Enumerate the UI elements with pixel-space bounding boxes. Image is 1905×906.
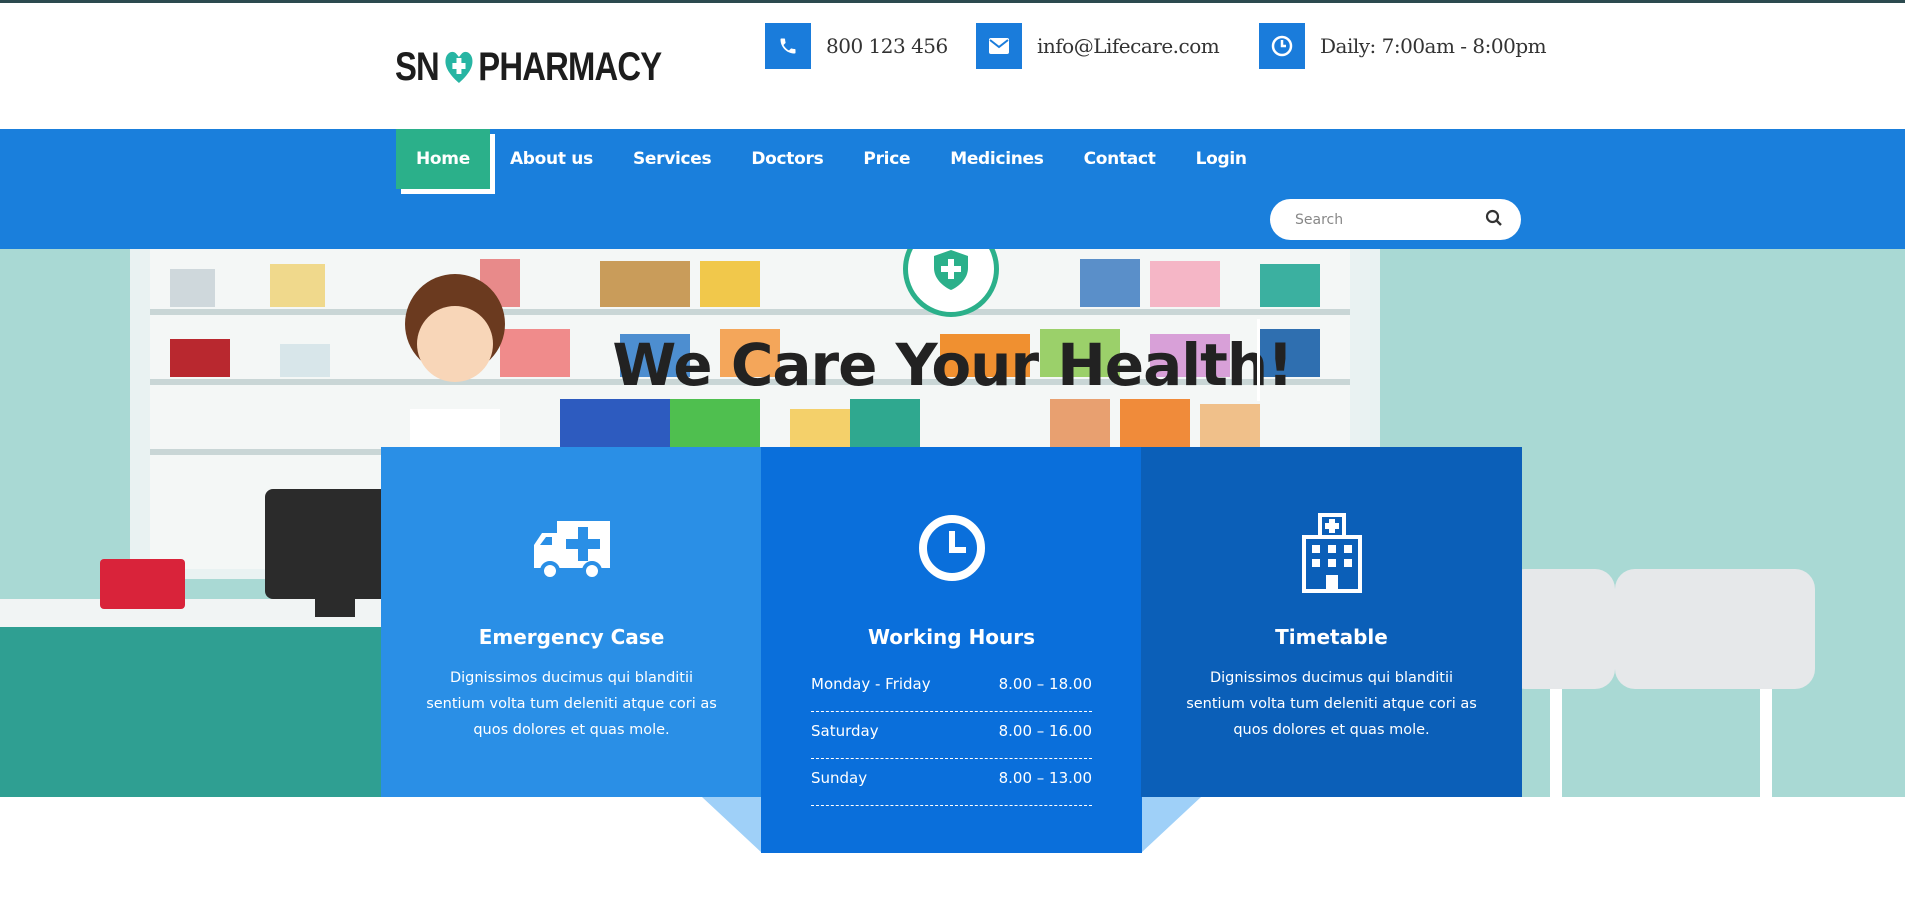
hours-day: Sunday: [811, 769, 868, 787]
feature-title: Working Hours: [867, 625, 1036, 649]
hours-day: Saturday: [811, 722, 879, 740]
nav-item-price[interactable]: Price: [843, 129, 930, 189]
feature-working-hours: Working Hours Monday - Friday 8.00 – 18.…: [761, 447, 1142, 853]
heart-cross-icon: [442, 47, 475, 87]
nav-menu: Home About us Services Doctors Price Med…: [396, 129, 1267, 189]
feature-title: Timetable: [1275, 625, 1388, 649]
logo-text-right: PHARMACY: [478, 44, 662, 89]
site-logo[interactable]: SN PHARMACY: [395, 44, 662, 89]
feature-title: Emergency Case: [478, 625, 665, 649]
contact-phone: 800 123 456: [765, 23, 948, 69]
nav-item-services[interactable]: Services: [613, 129, 731, 189]
hours-day: Monday - Friday: [811, 675, 931, 693]
nav-item-contact[interactable]: Contact: [1064, 129, 1176, 189]
text-cursor: [1257, 319, 1260, 401]
logo-text-left: SN: [395, 44, 440, 89]
clock-icon: [761, 513, 1142, 593]
decor-triangle-left: [702, 797, 762, 853]
hours-time: 8.00 – 16.00: [998, 722, 1092, 740]
ambulance-icon: [381, 513, 762, 593]
nav-item-medicines[interactable]: Medicines: [930, 129, 1063, 189]
hours-row: Sunday 8.00 – 13.00: [811, 759, 1092, 806]
nav-item-doctors[interactable]: Doctors: [731, 129, 843, 189]
feature-text: Dignissimos ducimus qui blanditii sentiu…: [426, 670, 717, 738]
hours-row: Monday - Friday 8.00 – 18.00: [811, 665, 1092, 712]
feature-text: Dignissimos ducimus qui blanditii sentiu…: [1186, 670, 1477, 738]
opening-hours: Daily: 7:00am - 8:00pm: [1320, 34, 1547, 58]
hospital-building-icon: [1141, 513, 1522, 593]
search-input[interactable]: [1295, 211, 1485, 228]
hours-time: 8.00 – 13.00: [998, 769, 1092, 787]
contact-email: info@Lifecare.com: [976, 23, 1220, 69]
feature-timetable: Timetable Dignissimos ducimus qui blandi…: [1141, 447, 1522, 797]
phone-number[interactable]: 800 123 456: [826, 34, 948, 58]
site-header: SN PHARMACY 800 123 456 info@Lifecare.co…: [0, 3, 1905, 129]
nav-item-login[interactable]: Login: [1176, 129, 1267, 189]
nav-item-home[interactable]: Home: [396, 129, 490, 189]
hours-row: Saturday 8.00 – 16.00: [811, 712, 1092, 759]
nav-item-about-us[interactable]: About us: [490, 129, 613, 189]
contact-hours: Daily: 7:00am - 8:00pm: [1259, 23, 1547, 69]
envelope-icon: [976, 23, 1022, 69]
hours-table: Monday - Friday 8.00 – 18.00 Saturday 8.…: [811, 665, 1092, 806]
hours-time: 8.00 – 18.00: [998, 675, 1092, 693]
decor-triangle-right: [1141, 797, 1201, 853]
search-icon[interactable]: [1485, 209, 1503, 231]
feature-emergency-case: Emergency Case Dignissimos ducimus qui b…: [381, 447, 762, 797]
clock-icon: [1259, 23, 1305, 69]
hero-title: We Care Your Health!: [612, 331, 1293, 399]
main-navbar: Home About us Services Doctors Price Med…: [0, 129, 1905, 249]
search-box: [1270, 199, 1521, 240]
email-address[interactable]: info@Lifecare.com: [1037, 34, 1220, 58]
phone-icon: [765, 23, 811, 69]
shield-cross-icon: [934, 250, 968, 290]
